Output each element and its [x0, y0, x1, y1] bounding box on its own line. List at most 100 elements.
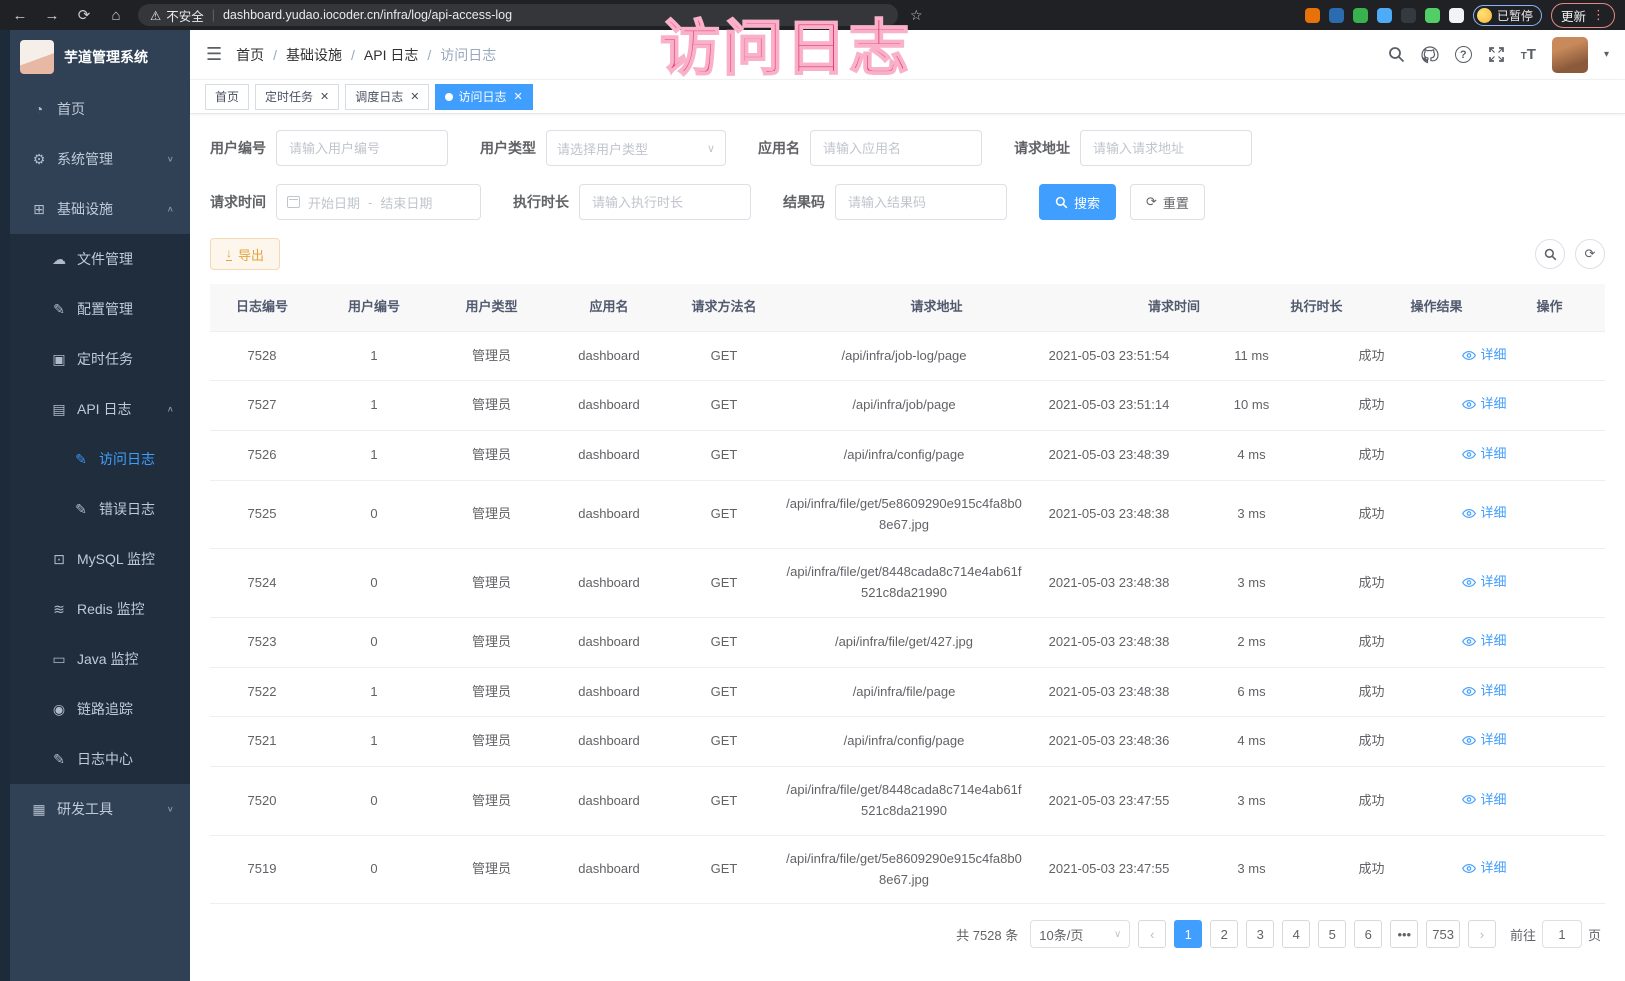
- detail-link[interactable]: 详细: [1462, 858, 1506, 879]
- close-icon[interactable]: ✕: [410, 90, 419, 103]
- request-time-cell: 2021-05-03 23:51:14: [1029, 382, 1189, 429]
- breadcrumb-item[interactable]: API 日志: [364, 45, 418, 65]
- detail-link[interactable]: 详细: [1462, 503, 1506, 524]
- page-button-6[interactable]: 6: [1354, 920, 1382, 948]
- sidebar-item-error-log[interactable]: ✎错误日志: [10, 484, 190, 534]
- github-icon[interactable]: [1421, 46, 1439, 64]
- result-code-input[interactable]: [835, 184, 1007, 220]
- jump-page-input[interactable]: [1542, 920, 1582, 948]
- next-page-button[interactable]: ›: [1468, 920, 1496, 948]
- bookmark-star-icon[interactable]: ☆: [910, 7, 923, 24]
- sidebar-item-redis[interactable]: ≋Redis 监控: [10, 584, 190, 634]
- font-size-icon[interactable]: TT: [1521, 46, 1536, 63]
- browser-back-icon[interactable]: ←: [10, 7, 30, 24]
- table-row: 75221管理员dashboardGET/api/infra/file/page…: [210, 668, 1605, 718]
- refresh-table-button[interactable]: ⟳: [1575, 239, 1605, 269]
- search-button[interactable]: 搜索: [1039, 184, 1116, 220]
- method-cell: GET: [669, 560, 779, 607]
- user-type-select[interactable]: 请选择用户类型 ∨: [546, 130, 726, 166]
- user-id-input[interactable]: [276, 130, 448, 166]
- profile-paused-badge[interactable]: 已暂停: [1473, 5, 1542, 26]
- sidebar-item-java[interactable]: ▭Java 监控: [10, 634, 190, 684]
- toggle-search-button[interactable]: [1535, 239, 1565, 269]
- page-button-753[interactable]: 753: [1426, 920, 1460, 948]
- detail-link[interactable]: 详细: [1462, 790, 1506, 811]
- request-url-input[interactable]: [1080, 130, 1252, 166]
- sidebar-item-job[interactable]: ▣定时任务: [10, 334, 190, 384]
- result-cell: 成功: [1314, 669, 1429, 716]
- detail-link[interactable]: 详细: [1462, 631, 1506, 652]
- duration-input[interactable]: [579, 184, 751, 220]
- sidebar-item-label: 基础设施: [57, 199, 113, 219]
- tag-定时任务[interactable]: 定时任务✕: [255, 84, 339, 110]
- detail-link[interactable]: 详细: [1462, 572, 1506, 593]
- browser-reload-icon[interactable]: ⟳: [74, 6, 94, 24]
- sidebar-item-trace[interactable]: ◉链路追踪: [10, 684, 190, 734]
- page-button-3[interactable]: 3: [1246, 920, 1274, 948]
- export-button[interactable]: ↓ 导出: [210, 238, 280, 270]
- sidebar-item-api-log[interactable]: ▤API 日志∧: [10, 384, 190, 434]
- browser-forward-icon[interactable]: →: [42, 7, 62, 24]
- log-id-cell: 7524: [210, 560, 314, 607]
- extension-icon-3[interactable]: [1353, 8, 1368, 23]
- sidebar-item-infra[interactable]: ⊞基础设施∧: [10, 184, 190, 234]
- browser-home-icon[interactable]: ⌂: [106, 7, 126, 24]
- app-logo-row[interactable]: 芋道管理系统: [10, 30, 190, 84]
- reset-button[interactable]: ⟳ 重置: [1130, 184, 1205, 220]
- chevron-down-icon: ∨: [1114, 929, 1121, 940]
- tag-调度日志[interactable]: 调度日志✕: [345, 84, 429, 110]
- close-icon[interactable]: ✕: [320, 90, 329, 103]
- extension-icon-2[interactable]: [1329, 8, 1344, 23]
- sidebar-item-home[interactable]: ◔首页: [10, 84, 190, 134]
- detail-link[interactable]: 详细: [1462, 345, 1506, 366]
- app-name-cell: dashboard: [549, 491, 669, 538]
- avatar[interactable]: [1552, 37, 1588, 73]
- extension-icon-7[interactable]: [1449, 8, 1464, 23]
- sidebar-item-access-log[interactable]: ✎访问日志: [10, 434, 190, 484]
- app-name-input[interactable]: [810, 130, 982, 166]
- detail-link[interactable]: 详细: [1462, 730, 1506, 751]
- divider: |: [212, 8, 215, 22]
- sidebar-item-system[interactable]: ⚙系统管理∨: [10, 134, 190, 184]
- detail-link[interactable]: 详细: [1462, 444, 1506, 465]
- page-size-select[interactable]: 10条/页 ∨: [1030, 920, 1130, 948]
- search-icon[interactable]: [1388, 46, 1405, 63]
- user-type-label: 用户类型: [480, 138, 536, 158]
- detail-link[interactable]: 详细: [1462, 394, 1506, 415]
- sidebar-item-config[interactable]: ✎配置管理: [10, 284, 190, 334]
- close-icon[interactable]: ✕: [514, 90, 523, 103]
- tag-访问日志[interactable]: 访问日志✕: [435, 84, 532, 110]
- fullscreen-icon[interactable]: [1488, 46, 1505, 63]
- page-button-4[interactable]: 4: [1282, 920, 1310, 948]
- sidebar-item-label: 错误日志: [99, 499, 155, 519]
- address-bar[interactable]: ⚠ 不安全 | dashboard.yudao.iocoder.cn/infra…: [138, 4, 898, 26]
- extension-icon-6[interactable]: [1425, 8, 1440, 23]
- extension-icon-4[interactable]: [1377, 8, 1392, 23]
- sidebar-item-dev-tools[interactable]: ▦研发工具∨: [10, 784, 190, 834]
- help-icon[interactable]: ?: [1455, 46, 1472, 63]
- sidebar-item-log-center[interactable]: ✎日志中心: [10, 734, 190, 784]
- sidebar-item-mysql[interactable]: ⊡MySQL 监控: [10, 534, 190, 584]
- chevron-down-icon[interactable]: ▾: [1604, 49, 1609, 60]
- hamburger-icon[interactable]: ☰: [206, 44, 222, 65]
- sidebar-item-file[interactable]: ☁文件管理: [10, 234, 190, 284]
- extension-icon-1[interactable]: [1305, 8, 1320, 23]
- request-time-range-picker[interactable]: 开始日期 - 结束日期: [276, 184, 481, 220]
- app-name-label: 应用名: [758, 138, 800, 158]
- breadcrumb-item[interactable]: 基础设施: [286, 45, 342, 65]
- browser-menu-icon[interactable]: ⋮: [1592, 7, 1605, 23]
- page-ellipsis[interactable]: •••: [1390, 920, 1418, 948]
- page-button-1[interactable]: 1: [1174, 920, 1202, 948]
- chevron-up-icon: ∧: [167, 205, 174, 214]
- tag-首页[interactable]: 首页: [205, 84, 249, 110]
- eye-icon: [1462, 794, 1476, 805]
- extension-icon-5[interactable]: [1401, 8, 1416, 23]
- breadcrumb-item[interactable]: 首页: [236, 45, 264, 65]
- detail-link[interactable]: 详细: [1462, 681, 1506, 702]
- page-button-2[interactable]: 2: [1210, 920, 1238, 948]
- page-button-5[interactable]: 5: [1318, 920, 1346, 948]
- security-warning[interactable]: ⚠ 不安全: [150, 6, 204, 25]
- screen: ← → ⟳ ⌂ ⚠ 不安全 | dashboard.yudao.iocoder.…: [0, 0, 1625, 981]
- browser-update-button[interactable]: 更新 ⋮: [1551, 3, 1615, 28]
- prev-page-button[interactable]: ‹: [1138, 920, 1166, 948]
